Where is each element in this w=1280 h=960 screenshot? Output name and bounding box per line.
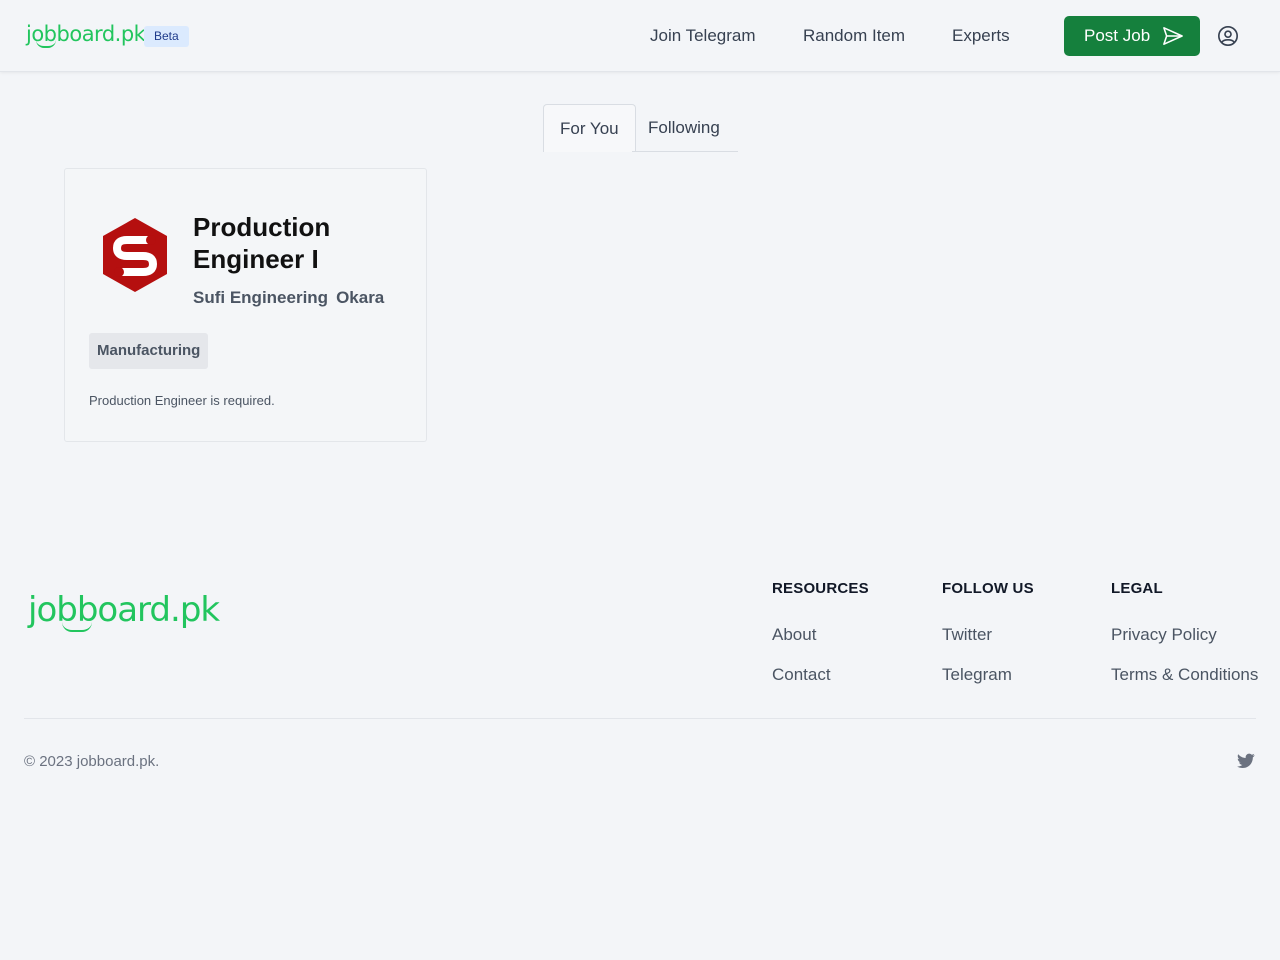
footer-logo[interactable]: jobboard.pk: [28, 590, 220, 630]
tab-following[interactable]: Following: [632, 104, 736, 152]
footer-divider: [24, 718, 1256, 719]
send-icon: [1163, 27, 1184, 45]
footer-link-contact[interactable]: Contact: [772, 665, 831, 685]
job-location: Okara: [336, 288, 385, 307]
job-title[interactable]: Production Engineer I: [193, 211, 413, 275]
footer-logo-smile-mark: [62, 622, 92, 632]
footer-link-terms[interactable]: Terms & Conditions: [1111, 665, 1258, 685]
site-header: jobboard.pk Beta Join Telegram Random It…: [0, 0, 1280, 72]
nav-experts[interactable]: Experts: [952, 26, 1010, 46]
footer-link-about[interactable]: About: [772, 625, 816, 645]
job-card[interactable]: Production Engineer I Sufi Engineering Ok…: [64, 168, 427, 442]
job-company-line: Sufi Engineering Okara: [193, 288, 384, 308]
company-name[interactable]: Sufi Engineering: [193, 288, 328, 307]
footer-heading-follow-us: FOLLOW US: [942, 580, 1034, 597]
footer-link-privacy-policy[interactable]: Privacy Policy: [1111, 625, 1217, 645]
tab-underline: [632, 151, 738, 152]
twitter-icon[interactable]: [1237, 753, 1255, 769]
footer-link-telegram[interactable]: Telegram: [942, 665, 1012, 685]
job-description: Production Engineer is required.: [89, 393, 275, 408]
company-logo-icon: [103, 218, 167, 292]
footer-link-twitter[interactable]: Twitter: [942, 625, 992, 645]
nav-join-telegram[interactable]: Join Telegram: [650, 26, 756, 46]
copyright-text: © 2023 jobboard.pk.: [24, 753, 160, 770]
nav-random-item[interactable]: Random Item: [803, 26, 905, 46]
post-job-button[interactable]: Post Job: [1064, 16, 1200, 56]
footer-heading-resources: RESOURCES: [772, 580, 869, 597]
beta-badge: Beta: [144, 26, 189, 47]
footer-heading-legal: LEGAL: [1111, 580, 1163, 597]
tab-for-you[interactable]: For You: [543, 104, 636, 152]
user-account-icon[interactable]: [1217, 25, 1239, 47]
post-job-label: Post Job: [1084, 26, 1151, 45]
logo-smile-mark: [36, 40, 56, 48]
category-tag[interactable]: Manufacturing: [89, 333, 209, 369]
